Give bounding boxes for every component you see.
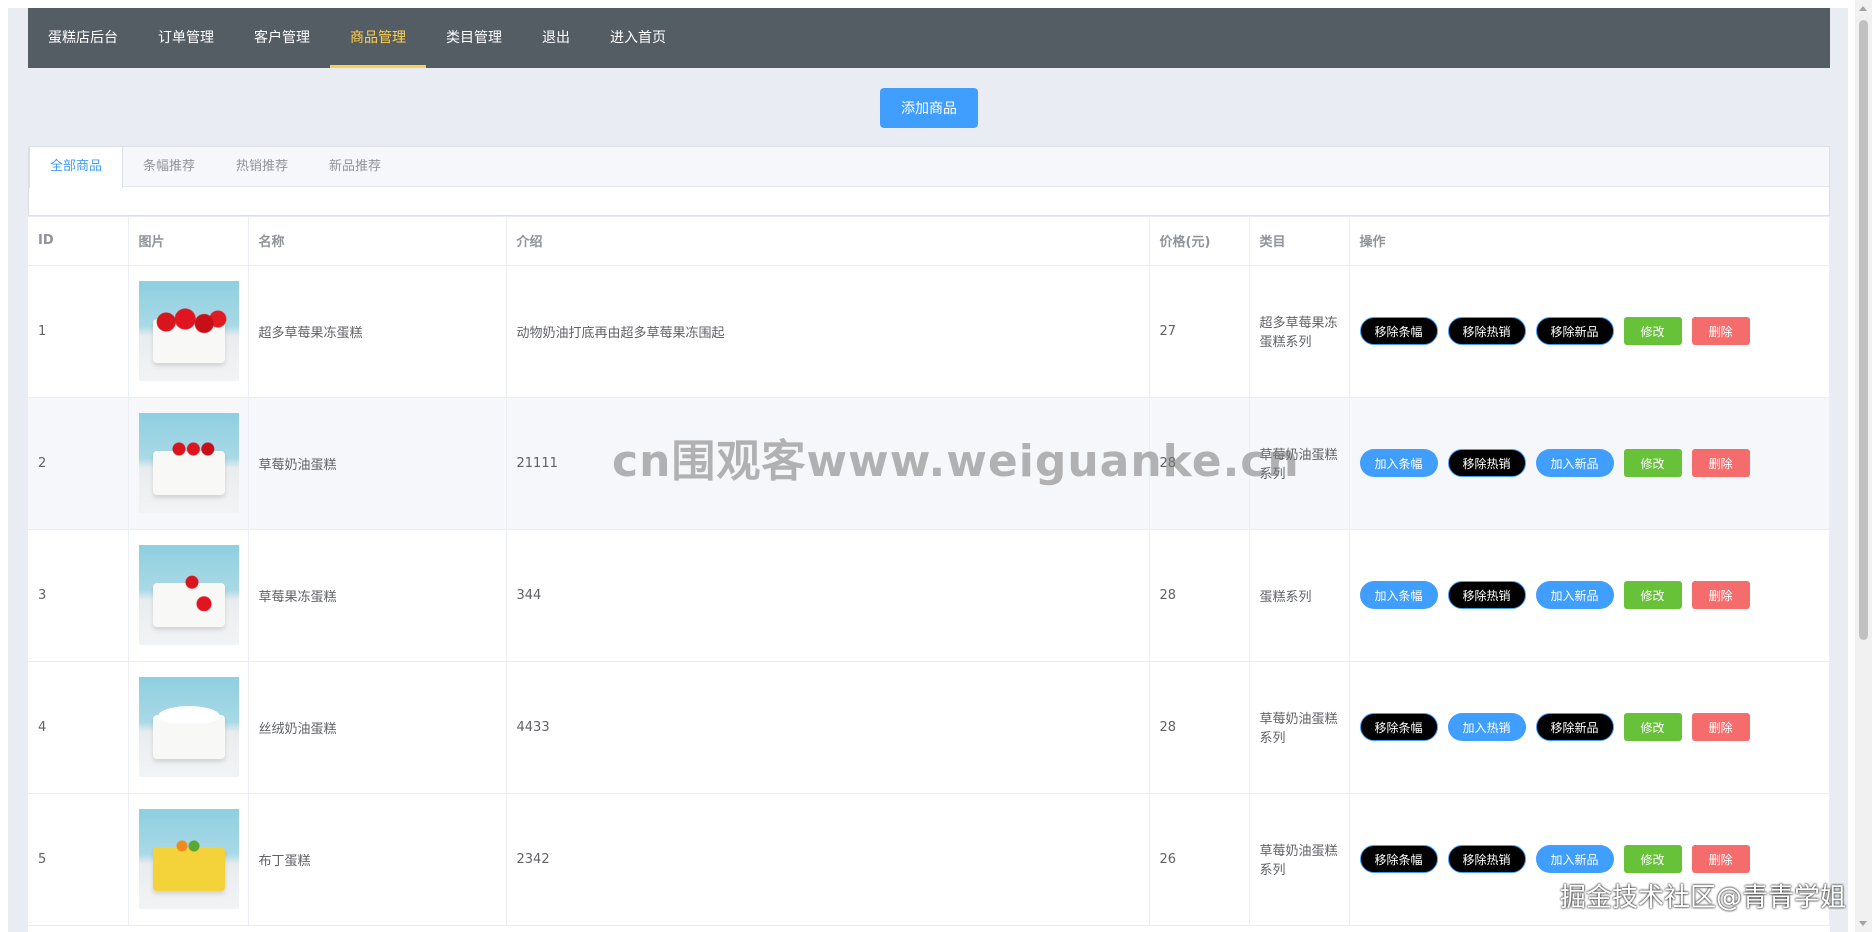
- cell-name: 草莓奶油蛋糕: [248, 397, 507, 530]
- product-image: [138, 677, 239, 777]
- cell-category: 草莓奶油蛋糕系列: [1249, 793, 1350, 926]
- nav-item-home[interactable]: 蛋糕店后台: [28, 8, 138, 68]
- product-image: [138, 413, 239, 513]
- vertical-scrollbar[interactable]: [1855, 0, 1872, 932]
- remove-hot-button[interactable]: 移除热销: [1447, 581, 1526, 609]
- cell-price: 28: [1149, 661, 1250, 794]
- remove-hot-button[interactable]: 移除热销: [1447, 845, 1526, 873]
- nav-item-customers[interactable]: 客户管理: [234, 8, 330, 68]
- cell-intro: 21111: [506, 397, 1150, 530]
- col-header-price: 价格(元): [1149, 217, 1250, 266]
- page-background: 蛋糕店后台 订单管理 客户管理 商品管理 类目管理 退出 进入首页 添加商品 全…: [8, 8, 1848, 932]
- cell-image: [128, 529, 249, 662]
- cell-category: 草莓奶油蛋糕系列: [1249, 397, 1350, 530]
- add-banner-button[interactable]: 加入条幅: [1359, 581, 1438, 609]
- product-image: [138, 545, 239, 645]
- edit-button[interactable]: 修改: [1623, 713, 1682, 741]
- nav-item-products[interactable]: 商品管理: [330, 8, 426, 68]
- cell-id: 3: [28, 529, 129, 662]
- remove-new-button[interactable]: 移除新品: [1535, 317, 1614, 345]
- remove-banner-button[interactable]: 移除条幅: [1359, 845, 1438, 873]
- product-tabs: 全部商品 条幅推荐 热销推荐 新品推荐: [28, 146, 1830, 216]
- tab-hot[interactable]: 热销推荐: [216, 147, 309, 186]
- delete-button[interactable]: 删除: [1691, 449, 1750, 477]
- col-header-image: 图片: [128, 217, 249, 266]
- cell-intro: 344: [506, 529, 1150, 662]
- cell-name: 丝绒奶油蛋糕: [248, 661, 507, 794]
- col-header-intro: 介绍: [506, 217, 1150, 266]
- col-header-name: 名称: [248, 217, 507, 266]
- cell-name: 草莓果冻蛋糕: [248, 529, 507, 662]
- product-image: [138, 809, 239, 909]
- tab-all-products[interactable]: 全部商品: [29, 147, 124, 188]
- table-header-row: ID 图片 名称 介绍 价格(元) 类目 操作: [28, 217, 1830, 266]
- edit-button[interactable]: 修改: [1623, 317, 1682, 345]
- cell-image: [128, 793, 249, 926]
- scroll-thumb[interactable]: [1859, 20, 1868, 640]
- cell-name: 超多草莓果冻蛋糕: [248, 265, 507, 398]
- delete-button[interactable]: 删除: [1691, 845, 1750, 873]
- cell-name: 布丁蛋糕: [248, 793, 507, 926]
- cell-id: 5: [28, 793, 129, 926]
- cell-category: 草莓奶油蛋糕系列: [1249, 661, 1350, 794]
- delete-button[interactable]: 删除: [1691, 317, 1750, 345]
- cell-image: [128, 661, 249, 794]
- add-banner-button[interactable]: 加入条幅: [1359, 449, 1438, 477]
- cell-category: 蛋糕系列: [1249, 529, 1350, 662]
- cell-id: 4: [28, 661, 129, 794]
- col-header-category: 类目: [1249, 217, 1350, 266]
- cell-intro: 2342: [506, 793, 1150, 926]
- cell-intro: 动物奶油打底再由超多草莓果冻围起: [506, 265, 1150, 398]
- cell-price: 28: [1149, 529, 1250, 662]
- nav-item-categories[interactable]: 类目管理: [426, 8, 522, 68]
- tab-new[interactable]: 新品推荐: [309, 147, 402, 186]
- cell-id: 2: [28, 397, 129, 530]
- cell-actions: 移除条幅 加入热销 移除新品 修改 删除: [1349, 661, 1830, 794]
- add-product-button[interactable]: 添加商品: [880, 88, 978, 128]
- cell-actions: 加入条幅 移除热销 加入新品 修改 删除: [1349, 397, 1830, 530]
- table-row: 4 丝绒奶油蛋糕 4433 28 草莓奶油蛋糕系列 移除条幅 加入热销 移除新品…: [28, 661, 1830, 794]
- delete-button[interactable]: 删除: [1691, 713, 1750, 741]
- col-header-actions: 操作: [1349, 217, 1830, 266]
- edit-button[interactable]: 修改: [1623, 581, 1682, 609]
- cell-price: 27: [1149, 265, 1250, 398]
- cell-id: 1: [28, 265, 129, 398]
- remove-banner-button[interactable]: 移除条幅: [1359, 713, 1438, 741]
- table-row: 1 超多草莓果冻蛋糕 动物奶油打底再由超多草莓果冻围起 27 超多草莓果冻蛋糕系…: [28, 265, 1830, 398]
- cell-image: [128, 265, 249, 398]
- add-new-button[interactable]: 加入新品: [1535, 845, 1614, 873]
- nav-item-logout[interactable]: 退出: [522, 8, 590, 68]
- cell-intro: 4433: [506, 661, 1150, 794]
- nav-item-frontpage[interactable]: 进入首页: [590, 8, 686, 68]
- col-header-id: ID: [28, 217, 129, 266]
- remove-hot-button[interactable]: 移除热销: [1447, 449, 1526, 477]
- edit-button[interactable]: 修改: [1623, 449, 1682, 477]
- cell-price: 26: [1149, 793, 1250, 926]
- cell-price: 28: [1149, 397, 1250, 530]
- nav-item-orders[interactable]: 订单管理: [138, 8, 234, 68]
- table-row: 2 草莓奶油蛋糕 21111 28 草莓奶油蛋糕系列 加入条幅 移除热销 加入新…: [28, 397, 1830, 530]
- cell-image: [128, 397, 249, 530]
- remove-new-button[interactable]: 移除新品: [1535, 713, 1614, 741]
- cell-actions: 移除条幅 移除热销 移除新品 修改 删除: [1349, 265, 1830, 398]
- edit-button[interactable]: 修改: [1623, 845, 1682, 873]
- tabs-header: 全部商品 条幅推荐 热销推荐 新品推荐: [29, 147, 1829, 188]
- table-row: 3 草莓果冻蛋糕 344 28 蛋糕系列 加入条幅 移除热销 加入新品 修改 删…: [28, 529, 1830, 662]
- scroll-down-arrow-icon[interactable]: [1859, 921, 1867, 926]
- add-hot-button[interactable]: 加入热销: [1447, 713, 1526, 741]
- product-image: [138, 281, 239, 381]
- remove-banner-button[interactable]: 移除条幅: [1359, 317, 1438, 345]
- remove-hot-button[interactable]: 移除热销: [1447, 317, 1526, 345]
- delete-button[interactable]: 删除: [1691, 581, 1750, 609]
- top-nav: 蛋糕店后台 订单管理 客户管理 商品管理 类目管理 退出 进入首页: [28, 8, 1830, 68]
- cell-category: 超多草莓果冻蛋糕系列: [1249, 265, 1350, 398]
- product-table: ID 图片 名称 介绍 价格(元) 类目 操作 1 超多草莓果冻蛋糕 动物奶油打…: [28, 217, 1830, 932]
- tab-banner[interactable]: 条幅推荐: [123, 147, 216, 186]
- corner-watermark: 掘金技术社区@青青学姐: [1560, 883, 1847, 913]
- scroll-up-arrow-icon[interactable]: [1859, 6, 1867, 11]
- add-new-button[interactable]: 加入新品: [1535, 581, 1614, 609]
- add-new-button[interactable]: 加入新品: [1535, 449, 1614, 477]
- cell-actions: 加入条幅 移除热销 加入新品 修改 删除: [1349, 529, 1830, 662]
